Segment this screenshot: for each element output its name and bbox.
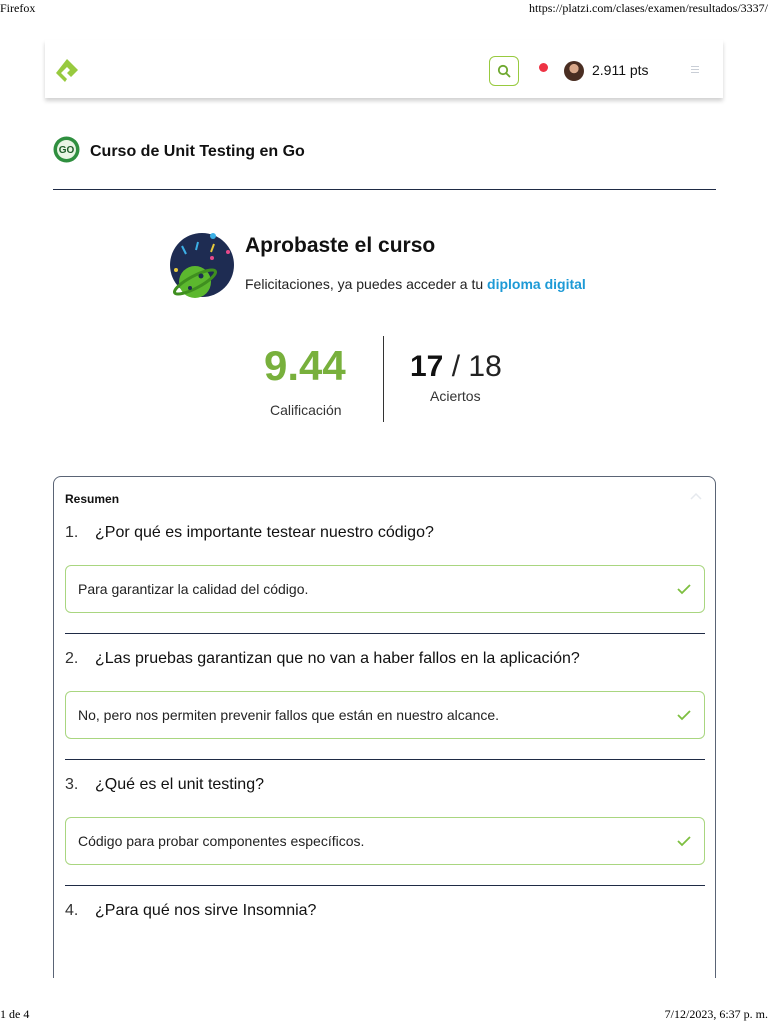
notification-dot[interactable]: [539, 63, 548, 72]
question-text: 1. ¿Por qué es importante testear nuestro…: [65, 524, 434, 541]
question-text: 2. ¿Las pruebas garantizan que no van a h…: [65, 650, 580, 667]
avatar[interactable]: [564, 61, 584, 81]
svg-text:GO: GO: [59, 145, 75, 156]
question-item: 2. ¿Las pruebas garantizan que no van a h…: [65, 650, 705, 739]
correct-label: Aciertos: [430, 388, 481, 404]
navbar: 2.911 pts: [45, 40, 723, 98]
answer-option: No, pero nos permiten prevenir fallos qu…: [65, 691, 705, 739]
print-header: Firefox https://platzi.com/clases/examen…: [0, 0, 768, 18]
print-footer: 1 de 4 7/12/2023, 6:37 p. m.: [0, 978, 768, 1024]
question-text: 4. ¿Para qué nos sirve Insomnia?: [65, 902, 317, 919]
grade-label: Calificación: [270, 402, 342, 418]
question-separator: [65, 759, 705, 760]
check-icon: [677, 710, 691, 721]
answer-text: Código para probar componentes específic…: [78, 833, 365, 849]
check-icon: [677, 836, 691, 847]
score-panel: 9.44 Calificación 17 / 18 Aciertos: [250, 336, 530, 422]
summary-title: Resumen: [65, 492, 120, 506]
score-divider: [383, 336, 384, 422]
result-hero: Aprobaste el curso Felicitaciones, ya pu…: [168, 230, 628, 310]
course-title: Curso de Unit Testing en Go: [90, 143, 305, 160]
hamburger-icon[interactable]: [691, 66, 699, 74]
grade-value: 9.44: [264, 342, 346, 389]
print-timestamp: 7/12/2023, 6:37 p. m.: [664, 1007, 768, 1021]
answer-option: Para garantizar la calidad del código.: [65, 565, 705, 613]
page-url: https://platzi.com/clases/examen/resulta…: [529, 1, 768, 15]
planet-celebration-icon: [170, 233, 234, 298]
search-icon: [497, 64, 511, 78]
diploma-link[interactable]: diploma digital: [487, 276, 586, 292]
chevron-up-icon[interactable]: [689, 491, 703, 501]
answer-text: No, pero nos permiten prevenir fallos qu…: [78, 707, 500, 723]
answer-text: Para garantizar la calidad del código.: [78, 581, 309, 597]
question-item: 4. ¿Para qué nos sirve Insomnia?: [65, 902, 705, 924]
result-title: Aprobaste el curso: [245, 234, 436, 257]
answer-option: Código para probar componentes específic…: [65, 817, 705, 865]
summary-card: Resumen 1. ¿Por qué es importante testear…: [53, 476, 716, 1024]
result-subtitle: Felicitaciones, ya puedes acceder a tu d…: [245, 276, 586, 292]
course-header: GO Curso de Unit Testing en Go: [53, 136, 716, 190]
platzi-logo-icon[interactable]: [55, 58, 79, 84]
question-text: 3. ¿Qué es el unit testing?: [65, 776, 264, 793]
user-points[interactable]: 2.911 pts: [592, 62, 649, 78]
check-icon: [677, 584, 691, 595]
correct-count: 17 / 18: [410, 350, 502, 383]
browser-name: Firefox: [0, 1, 36, 15]
question-separator: [65, 633, 705, 634]
search-button[interactable]: [489, 56, 519, 86]
question-separator: [65, 885, 705, 886]
question-item: 3. ¿Qué es el unit testing? Código para p…: [65, 776, 705, 865]
go-course-badge-icon: GO: [53, 136, 80, 163]
question-item: 1. ¿Por qué es importante testear nuestro…: [65, 524, 705, 613]
page-indicator: 1 de 4: [0, 1007, 30, 1021]
